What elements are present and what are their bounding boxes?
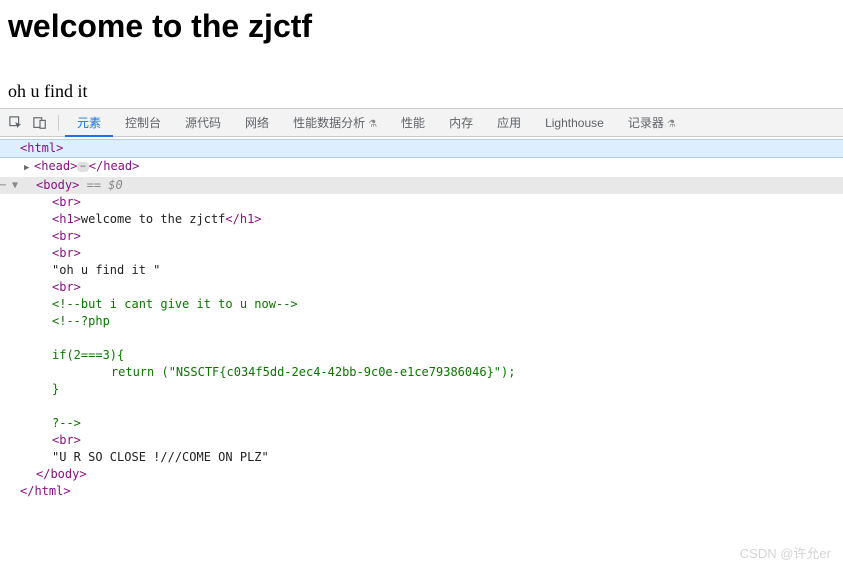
tab-lighthouse[interactable]: Lighthouse (533, 109, 616, 137)
page-subtext: oh u find it (8, 81, 835, 102)
dom-node-h1[interactable]: <h1>welcome to the zjctf</h1> (0, 211, 843, 228)
dom-text-node[interactable]: "oh u find it " (0, 262, 843, 279)
dom-blank (0, 330, 843, 347)
tab-sources[interactable]: 源代码 (173, 109, 233, 137)
beaker-icon: ⚗ (368, 119, 377, 130)
tab-recorder[interactable]: 记录器⚗ (616, 109, 688, 137)
tab-console[interactable]: 控制台 (113, 109, 173, 137)
tab-network[interactable]: 网络 (233, 109, 281, 137)
selection-hint: == $0 (79, 178, 122, 192)
expand-icon[interactable]: ▶ (24, 160, 34, 177)
device-toggle-icon[interactable] (28, 111, 52, 135)
dom-text-node[interactable]: "U R SO CLOSE !///COME ON PLZ" (0, 449, 843, 466)
dom-node-html[interactable]: <html> (0, 139, 843, 158)
dom-comment-line[interactable]: if(2===3){ (0, 347, 843, 364)
dom-node-html-close[interactable]: </html> (0, 483, 843, 500)
tab-memory[interactable]: 内存 (437, 109, 485, 137)
gutter-marker: ⋯ ▼ (0, 177, 18, 194)
separator (58, 115, 59, 131)
rendered-page: welcome to the zjctf oh u find it (0, 0, 843, 102)
dom-blank (0, 398, 843, 415)
watermark: CSDN @许允er (740, 543, 831, 562)
dom-comment[interactable]: <!--but i cant give it to u now--> (0, 296, 843, 313)
tab-elements[interactable]: 元素 (65, 109, 113, 137)
tab-application[interactable]: 应用 (485, 109, 533, 137)
devtools-tabbar: 元素 控制台 源代码 网络 性能数据分析⚗ 性能 内存 应用 Lighthous… (0, 109, 843, 137)
dom-node-body-close[interactable]: </body> (0, 466, 843, 483)
tab-performance[interactable]: 性能 (389, 109, 437, 137)
dom-comment-php-open[interactable]: <!--?php (0, 313, 843, 330)
dom-node-br[interactable]: <br> (0, 228, 843, 245)
dom-node-body[interactable]: ⋯ ▼<body> == $0 (0, 177, 843, 194)
tab-performance-insights[interactable]: 性能数据分析⚗ (281, 109, 389, 137)
dom-node-br[interactable]: <br> (0, 279, 843, 296)
dom-comment-php-close[interactable]: ?--> (0, 415, 843, 432)
inspect-icon[interactable] (4, 111, 28, 135)
devtools-panel: 元素 控制台 源代码 网络 性能数据分析⚗ 性能 内存 应用 Lighthous… (0, 108, 843, 502)
ellipsis-icon[interactable]: ⋯ (77, 162, 88, 172)
page-title: welcome to the zjctf (8, 8, 835, 45)
dom-node-br[interactable]: <br> (0, 194, 843, 211)
dom-node-head[interactable]: ▶<head>⋯</head> (0, 158, 843, 177)
beaker-icon: ⚗ (667, 119, 676, 130)
dom-comment-line[interactable]: } (0, 381, 843, 398)
dom-node-br[interactable]: <br> (0, 245, 843, 262)
dom-node-br[interactable]: <br> (0, 432, 843, 449)
dom-comment-line[interactable]: return ("NSSCTF{c034f5dd-2ec4-42bb-9c0e-… (0, 364, 843, 381)
elements-tree[interactable]: <html> ▶<head>⋯</head> ⋯ ▼<body> == $0 <… (0, 137, 843, 502)
